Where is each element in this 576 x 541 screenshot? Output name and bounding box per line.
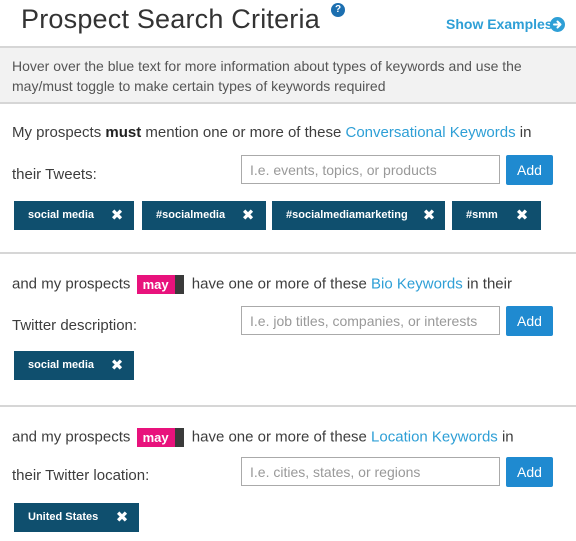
add-bio-button[interactable]: Add xyxy=(506,306,553,336)
sentence-text: have one or more of these xyxy=(191,275,372,293)
close-x-icon[interactable]: ✖ xyxy=(240,201,256,230)
location-keyword-input[interactable] xyxy=(241,457,500,486)
close-x-icon[interactable]: ✖ xyxy=(514,201,530,230)
close-x-icon[interactable]: ✖ xyxy=(114,503,130,532)
must-label: must xyxy=(105,124,142,141)
may-must-toggle[interactable]: may xyxy=(136,428,184,447)
conversational-keyword-input[interactable] xyxy=(241,155,500,184)
keyword-tag: social media ✖ xyxy=(14,351,134,380)
tag-label: social media xyxy=(28,209,95,221)
may-must-toggle[interactable]: may xyxy=(136,275,184,294)
toggle-may-label: may xyxy=(136,428,175,447)
keyword-tag: social media ✖ xyxy=(14,201,134,230)
toggle-may-label: may xyxy=(136,275,175,294)
location-sentence: and my prospects may have one or more of… xyxy=(12,428,514,447)
add-location-button[interactable]: Add xyxy=(506,457,553,487)
tag-label: social media xyxy=(28,359,95,371)
close-x-icon[interactable]: ✖ xyxy=(109,351,125,380)
conversational-sentence-line2: their Tweets: xyxy=(12,166,97,183)
toggle-knob xyxy=(174,275,184,294)
sentence-text: and my prospects xyxy=(12,275,131,293)
intro-panel: Hover over the blue text for more inform… xyxy=(0,46,576,104)
bio-keyword-input[interactable] xyxy=(241,306,500,335)
conversational-sentence: My prospects must mention one or more of… xyxy=(12,124,531,141)
sentence-text: have one or more of these xyxy=(191,428,372,446)
keyword-tag: #socialmediamarketing ✖ xyxy=(272,201,445,230)
keyword-tag: United States ✖ xyxy=(14,503,139,532)
conversational-keywords-link[interactable]: Conversational Keywords xyxy=(346,124,516,141)
location-keywords-section: and my prospects may have one or more of… xyxy=(0,408,576,541)
toggle-knob xyxy=(174,428,184,447)
tag-label: #socialmedia xyxy=(156,209,226,221)
intro-text: Hover over the blue text for more inform… xyxy=(12,58,522,94)
arrow-circle-right-icon[interactable] xyxy=(550,17,565,32)
bio-sentence: and my prospects may have one or more of… xyxy=(12,275,512,294)
close-x-icon[interactable]: ✖ xyxy=(421,201,437,230)
keyword-tag: #socialmedia ✖ xyxy=(142,201,266,230)
show-examples-link[interactable]: Show Examples xyxy=(446,16,553,32)
tag-label: #smm xyxy=(466,209,498,221)
location-keywords-link[interactable]: Location Keywords xyxy=(371,428,498,445)
sentence-text: mention one or more of these xyxy=(141,124,346,141)
tag-label: United States xyxy=(28,511,99,523)
add-conversational-button[interactable]: Add xyxy=(506,155,553,185)
tag-label: #socialmediamarketing xyxy=(286,209,408,221)
bio-keywords-section: and my prospects may have one or more of… xyxy=(0,255,576,407)
close-x-icon[interactable]: ✖ xyxy=(109,201,125,230)
page-header: Prospect Search Criteria ? Show Examples xyxy=(0,0,576,46)
sentence-text: in xyxy=(497,428,514,446)
sentence-text: and my prospects xyxy=(12,428,131,446)
sentence-text: My prospects xyxy=(12,124,106,141)
bio-sentence-line2: Twitter description: xyxy=(12,317,138,334)
sentence-text: in their xyxy=(462,275,512,293)
keyword-tag: #smm ✖ xyxy=(452,201,541,230)
conversational-keywords-section: My prospects must mention one or more of… xyxy=(0,104,576,254)
location-sentence-line2: their Twitter location: xyxy=(12,467,150,484)
page-title: Prospect Search Criteria xyxy=(21,4,320,34)
bio-keywords-link[interactable]: Bio Keywords xyxy=(371,275,463,292)
sentence-text: in xyxy=(515,124,532,141)
question-circle-icon[interactable]: ? xyxy=(331,3,345,17)
